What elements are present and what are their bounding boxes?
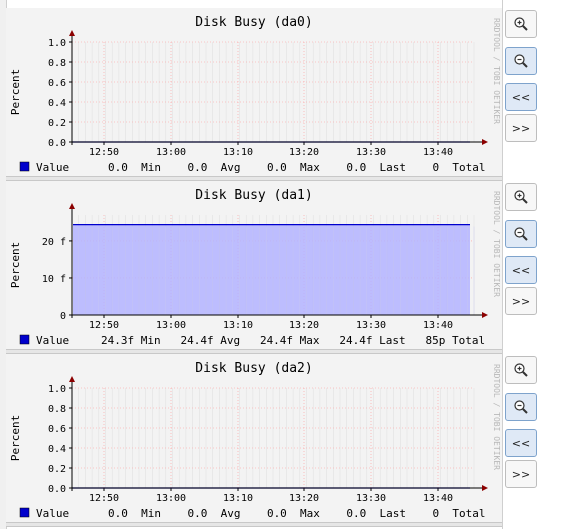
zoom-in-button[interactable] xyxy=(505,183,537,211)
next-period-button[interactable]: >> xyxy=(505,114,537,142)
previous-period-button[interactable]: << xyxy=(505,429,537,457)
legend-series-name: Value xyxy=(36,334,69,347)
legend-swatch xyxy=(19,507,30,518)
y-tick-label: 0.2 xyxy=(48,118,66,129)
y-tick-label: 0.8 xyxy=(48,404,66,415)
graph-title: Disk Busy (da0) xyxy=(195,15,312,30)
x-tick-label: 13:20 xyxy=(289,493,319,504)
legend-stats: 24.3f Min 24.4f Avg 24.4f Max 24.4f Last… xyxy=(101,334,485,347)
previous-period-button[interactable]: << xyxy=(505,256,537,284)
x-tick-label: 13:00 xyxy=(156,493,186,504)
zoom-out-icon xyxy=(513,53,529,69)
y-tick-label: 0.4 xyxy=(48,444,66,455)
y-tick-label: 0.0 xyxy=(48,138,66,149)
legend-series-name: Value xyxy=(36,507,69,520)
x-tick-label: 12:50 xyxy=(89,147,119,158)
rrdtool-watermark: RRDTOOL / TOBI OETIKER xyxy=(492,364,501,470)
zoom-in-button[interactable] xyxy=(505,356,537,384)
x-tick-label: 13:20 xyxy=(289,320,319,331)
legend-swatch xyxy=(19,334,30,345)
y-tick-label: 0.6 xyxy=(48,424,66,435)
x-tick-label: 13:30 xyxy=(356,493,386,504)
data-area xyxy=(73,224,470,315)
legend-series-name: Value xyxy=(36,161,69,174)
rrdtool-watermark: RRDTOOL / TOBI OETIKER xyxy=(492,191,501,297)
zoom-out-icon xyxy=(513,226,529,242)
y-tick-label: 0.6 xyxy=(48,78,66,89)
graph-panel-da2: Disk Busy (da2) RRDTOOL / TOBI OETIKER P… xyxy=(6,354,502,522)
y-tick-label: 20 f xyxy=(42,237,66,248)
zoom-out-button[interactable] xyxy=(505,47,537,75)
zoom-in-icon xyxy=(513,362,529,378)
x-tick-label: 13:00 xyxy=(156,320,186,331)
legend-stats: 0.0 Min 0.0 Avg 0.0 Max 0.0 Last 0 Total xyxy=(108,507,486,520)
y-tick-label: 1.0 xyxy=(48,38,66,49)
y-tick-label: 0.2 xyxy=(48,464,66,475)
graph-da0: Disk Busy (da0) RRDTOOL / TOBI OETIKER P… xyxy=(6,8,502,176)
next-period-button[interactable]: >> xyxy=(505,460,537,488)
graph-da1: Disk Busy (da1) RRDTOOL / TOBI OETIKER P… xyxy=(6,181,502,349)
y-tick-label: 10 f xyxy=(42,274,66,285)
x-tick-label: 13:40 xyxy=(423,147,453,158)
x-tick-label: 13:10 xyxy=(223,147,253,158)
y-tick-label: 0.8 xyxy=(48,58,66,69)
zoom-in-button[interactable] xyxy=(505,10,537,38)
previous-period-button[interactable]: << xyxy=(505,83,537,111)
zoom-out-button[interactable] xyxy=(505,220,537,248)
legend-stats: 0.0 Min 0.0 Avg 0.0 Max 0.0 Last 0 Total xyxy=(108,161,486,174)
x-tick-label: 12:50 xyxy=(89,493,119,504)
graph-title: Disk Busy (da1) xyxy=(195,188,312,203)
y-tick-label: 1.0 xyxy=(48,384,66,395)
y-axis-label: Percent xyxy=(9,415,22,461)
y-axis-label: Percent xyxy=(9,69,22,115)
next-period-button[interactable]: >> xyxy=(505,287,537,315)
zoom-out-icon xyxy=(513,399,529,415)
graph-da2: Disk Busy (da2) RRDTOOL / TOBI OETIKER P… xyxy=(6,354,502,522)
zoom-in-icon xyxy=(513,189,529,205)
zoom-in-icon xyxy=(513,16,529,32)
x-tick-label: 13:10 xyxy=(223,493,253,504)
y-tick-label: 0 xyxy=(60,311,66,322)
y-tick-label: 0.0 xyxy=(48,484,66,495)
graph-separator xyxy=(6,522,502,527)
rrdtool-watermark: RRDTOOL / TOBI OETIKER xyxy=(492,18,501,124)
graph-panel-da0: Disk Busy (da0) RRDTOOL / TOBI OETIKER P… xyxy=(6,8,502,176)
y-tick-label: 0.4 xyxy=(48,98,66,109)
x-tick-label: 13:10 xyxy=(223,320,253,331)
x-tick-label: 13:40 xyxy=(423,320,453,331)
legend-swatch xyxy=(19,161,30,172)
x-tick-label: 13:30 xyxy=(356,147,386,158)
graph-title: Disk Busy (da2) xyxy=(195,361,312,376)
x-tick-label: 13:40 xyxy=(423,493,453,504)
graph-panel-da1: Disk Busy (da1) RRDTOOL / TOBI OETIKER P… xyxy=(6,181,502,349)
panel-divider xyxy=(502,0,503,529)
zoom-out-button[interactable] xyxy=(505,393,537,421)
x-tick-label: 12:50 xyxy=(89,320,119,331)
x-tick-label: 13:30 xyxy=(356,320,386,331)
y-axis-label: Percent xyxy=(9,242,22,288)
x-tick-label: 13:20 xyxy=(289,147,319,158)
x-tick-label: 13:00 xyxy=(156,147,186,158)
